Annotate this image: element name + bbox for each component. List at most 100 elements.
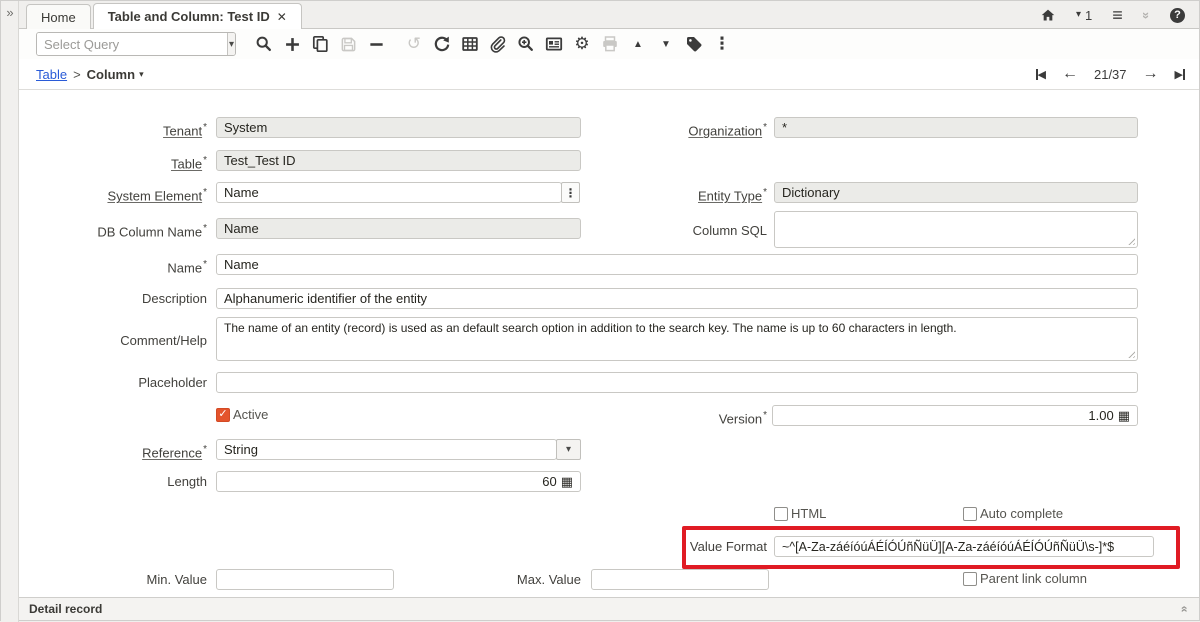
menu-button[interactable]: ≡: [1112, 5, 1123, 26]
system-element-field[interactable]: Name: [216, 182, 562, 203]
html-checkbox[interactable]: ✓ HTML: [774, 506, 826, 521]
comment-help-textarea[interactable]: The name of an entity (record) is used a…: [216, 317, 1138, 361]
detail-record-bar[interactable]: Detail record »: [19, 597, 1199, 620]
help-button[interactable]: ?: [1170, 8, 1185, 23]
reference-field[interactable]: String: [216, 439, 557, 460]
delete-record-button[interactable]: [362, 31, 390, 57]
refresh-icon: [433, 35, 451, 53]
toolbar: ▾ ↺: [19, 29, 1199, 59]
select-query-combobox: ▾: [36, 32, 236, 56]
last-record-button[interactable]: ▶: [1175, 68, 1185, 81]
auto-complete-checkbox[interactable]: ✓ Auto complete: [963, 506, 1063, 521]
chevrons-up-icon: »: [1177, 606, 1191, 613]
auto-complete-checkbox-label: Auto complete: [980, 506, 1063, 521]
reference-label: Reference*: [19, 442, 207, 461]
copy-record-button[interactable]: [306, 31, 334, 57]
system-element-more-button[interactable]: ⋮: [561, 182, 580, 203]
kebab-icon: ⋮: [714, 34, 731, 54]
max-value-label: Max. Value: [393, 572, 581, 588]
menu-icon: ≡: [1112, 5, 1123, 26]
previous-record-button[interactable]: ←: [1062, 65, 1078, 83]
calculator-icon[interactable]: ▦: [561, 475, 573, 488]
select-query-input[interactable]: [37, 33, 227, 55]
tab-table-and-column[interactable]: Table and Column: Test ID ✕: [93, 3, 302, 29]
report-icon: [545, 35, 563, 53]
db-column-name-label: DB Column Name*: [19, 221, 207, 240]
name-label: Name*: [19, 257, 207, 276]
grid-toggle-button[interactable]: [456, 31, 484, 57]
organization-label: Organization*: [579, 120, 767, 139]
grid-icon: [461, 35, 479, 53]
entity-type-field[interactable]: Dictionary: [774, 182, 1138, 203]
chevrons-down-icon: »: [1139, 11, 1154, 18]
table-label: Table*: [19, 153, 207, 172]
caret-down-icon: ▼: [661, 39, 671, 50]
column-sql-textarea[interactable]: [774, 211, 1138, 248]
arrow-right-icon: →: [1143, 65, 1159, 83]
version-field[interactable]: 1.00▦: [772, 405, 1138, 426]
parent-record-button[interactable]: ▲: [624, 31, 652, 57]
breadcrumb-caret-icon[interactable]: ▾: [139, 69, 144, 80]
tab-table-and-column-label: Table and Column: Test ID: [108, 9, 270, 24]
breadcrumb-current[interactable]: Column: [87, 67, 135, 82]
version-label: Version*: [579, 408, 767, 427]
parent-link-checkbox[interactable]: ✓ Parent link column: [963, 571, 1087, 586]
db-column-name-field[interactable]: Name: [216, 218, 581, 239]
organization-field[interactable]: *: [774, 117, 1138, 138]
caret-down-icon: ▾: [566, 444, 571, 455]
tenant-label: Tenant*: [19, 120, 207, 139]
collapse-header-button[interactable]: »: [1143, 8, 1150, 23]
value-format-field[interactable]: ~^[A-Za-záéíóúÁÉÍÓÚñÑüÜ][A-Za-záéíóúÁÉÍÓ…: [774, 536, 1154, 557]
zoom-across-button[interactable]: [512, 31, 540, 57]
window-list-dropdown[interactable]: ▾ 1: [1076, 8, 1092, 23]
find-record-button[interactable]: [250, 31, 278, 57]
expand-sidebar-icon[interactable]: »: [3, 5, 17, 21]
calculator-icon[interactable]: ▦: [1118, 409, 1130, 422]
description-field[interactable]: Alphanumeric identifier of the entity: [216, 288, 1138, 309]
attachment-button[interactable]: [484, 31, 512, 57]
min-value-field[interactable]: [216, 569, 394, 590]
home-button[interactable]: [1040, 8, 1056, 23]
new-record-button[interactable]: [278, 31, 306, 57]
length-label: Length: [19, 474, 207, 490]
more-actions-button[interactable]: ⋮: [708, 31, 736, 57]
refresh-button[interactable]: [428, 31, 456, 57]
html-checkbox-label: HTML: [791, 506, 826, 521]
breadcrumb-separator: >: [73, 67, 81, 82]
caret-down-icon: ▾: [1076, 10, 1081, 20]
report-button[interactable]: [540, 31, 568, 57]
length-field[interactable]: 60▦: [216, 471, 581, 492]
paperclip-icon: [489, 35, 507, 53]
comment-help-label: Comment/Help: [19, 333, 207, 349]
tenant-field[interactable]: System: [216, 117, 581, 138]
label-button[interactable]: [680, 31, 708, 57]
print-button: [596, 31, 624, 57]
detail-record-button[interactable]: ▼: [652, 31, 680, 57]
first-record-button[interactable]: ◀: [1036, 68, 1046, 81]
west-panel-strip: »: [1, 1, 19, 622]
reference-dropdown-button[interactable]: ▾: [556, 439, 581, 460]
resize-handle-icon[interactable]: [1126, 236, 1135, 245]
tab-home[interactable]: Home: [26, 4, 91, 29]
collapse-detail-button[interactable]: »: [1180, 600, 1187, 618]
placeholder-field[interactable]: [216, 372, 1138, 393]
table-field[interactable]: Test_Test ID: [216, 150, 581, 171]
more-vert-icon: ⋮: [565, 186, 577, 200]
active-checkbox[interactable]: ✓ Active: [216, 407, 268, 422]
select-query-dropdown-button[interactable]: ▾: [227, 33, 235, 55]
minus-icon: [368, 36, 385, 53]
save-icon: [340, 36, 357, 53]
description-label: Description: [19, 291, 207, 307]
resize-handle-icon[interactable]: [1126, 349, 1135, 358]
value-format-label: Value Format: [579, 539, 767, 555]
name-field[interactable]: Name: [216, 254, 1138, 275]
tab-close-icon[interactable]: ✕: [277, 11, 287, 23]
placeholder-label: Placeholder: [19, 375, 207, 391]
record-position: 21/37: [1094, 67, 1127, 82]
printer-icon: [601, 35, 619, 53]
process-button[interactable]: ⚙: [568, 31, 596, 57]
breadcrumb-table-link[interactable]: Table: [36, 67, 67, 82]
min-value-label: Min. Value: [19, 572, 207, 588]
max-value-field[interactable]: [591, 569, 769, 590]
next-record-button[interactable]: →: [1143, 65, 1159, 83]
